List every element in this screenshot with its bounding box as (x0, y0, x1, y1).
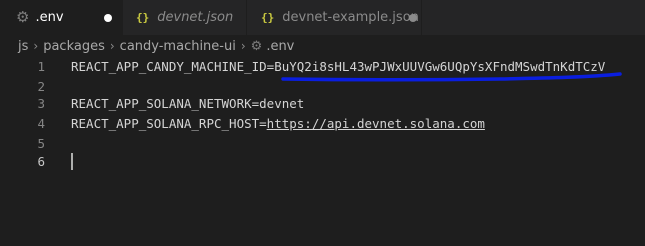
code-line[interactable]: 5 (0, 134, 645, 153)
underline-annotation (281, 72, 622, 82)
code-text: REACT_APP_SOLANA_RPC_HOST=https://api.de… (71, 116, 485, 131)
line-number: 3 (37, 96, 45, 111)
unsaved-dot-icon[interactable] (104, 13, 112, 22)
chevron-right-icon: › (33, 39, 39, 53)
tab-bar: ⚙ .env {} devnet.json {} devnet-example.… (0, 0, 645, 35)
code-text: REACT_APP_SOLANA_NETWORK=devnet (71, 96, 304, 111)
chevron-right-icon: › (109, 39, 115, 53)
line-number: 4 (37, 116, 45, 131)
text-cursor (71, 153, 73, 170)
env-key: REACT_APP_SOLANA_RPC_HOST= (71, 116, 267, 131)
breadcrumb-item-env[interactable]: .env (266, 39, 294, 54)
breadcrumb-item-js[interactable]: js (18, 39, 28, 54)
tab-devnet-example-json[interactable]: {} devnet-example.json (247, 0, 422, 35)
breadcrumb-item-packages[interactable]: packages (43, 39, 105, 54)
env-value: devnet (259, 96, 305, 111)
tab-label: devnet.json (157, 10, 234, 25)
json-icon: {} (136, 11, 150, 24)
gear-icon: ⚙ (250, 38, 263, 54)
breadcrumb-item-candy-machine-ui[interactable]: candy-machine-ui (120, 39, 236, 54)
unsaved-dot-icon[interactable] (409, 13, 417, 22)
code-line-current[interactable]: 6 (0, 152, 645, 171)
chevron-right-icon: › (240, 39, 246, 53)
line-number: 5 (37, 136, 45, 151)
code-editor[interactable]: 1 REACT_APP_CANDY_MACHINE_ID=BuYQ2i8sHL4… (0, 57, 645, 246)
tab-label: devnet-example.json (282, 10, 419, 25)
env-key: REACT_APP_SOLANA_NETWORK= (71, 96, 260, 111)
url-link[interactable]: https://api.devnet.solana.com (267, 116, 485, 131)
tab-devnet-json[interactable]: {} devnet.json (123, 0, 247, 35)
code-line[interactable]: 4 REACT_APP_SOLANA_RPC_HOST=https://api.… (0, 114, 645, 133)
breadcrumb: js › packages › candy-machine-ui › ⚙ .en… (0, 35, 645, 57)
line-number: 6 (37, 154, 45, 169)
gear-icon: ⚙ (16, 8, 30, 26)
json-icon: {} (261, 11, 275, 24)
tab-label: .env (35, 10, 64, 25)
tab-env[interactable]: ⚙ .env (0, 0, 123, 35)
